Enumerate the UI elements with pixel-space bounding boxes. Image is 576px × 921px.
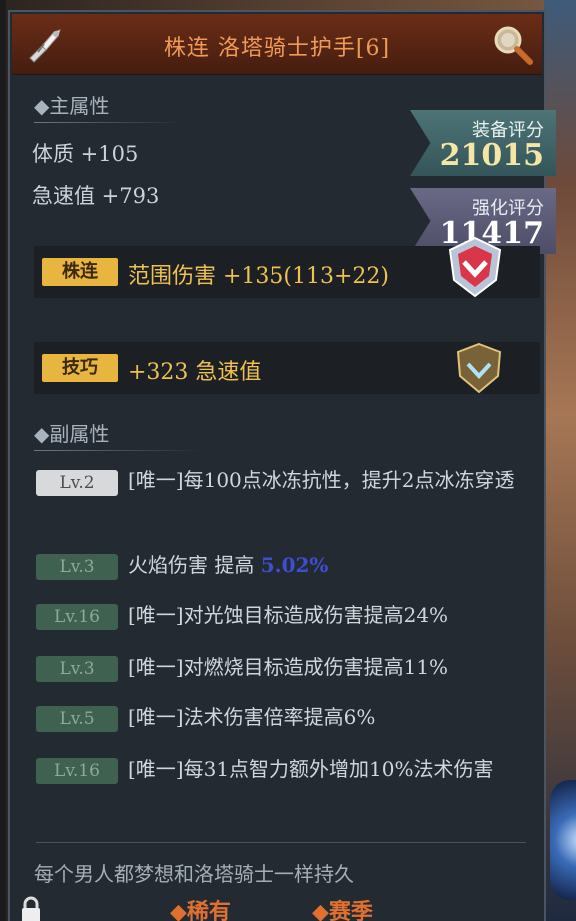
affix-row-chain: 株连 范围伤害 +135(113+22)	[34, 236, 540, 298]
section-divider	[34, 450, 204, 451]
background-strip	[0, 0, 6, 921]
affix-text: 范围伤害 +135(113+22)	[128, 264, 390, 289]
level-badge: Lv.5	[36, 706, 118, 732]
level-badge: Lv.3	[36, 554, 118, 580]
item-title: 株连 洛塔骑士护手[6]	[163, 36, 391, 61]
sub-attribute-text: [唯一]对燃烧目标造成伤害提高11%	[128, 655, 449, 679]
stat-haste: 急速值 +793	[32, 184, 160, 208]
sub-attribute-text: [唯一]每100点冰冻抗性，提升2点冰冻穿透	[128, 468, 515, 492]
main-attributes-label: ◆主属性	[34, 94, 110, 118]
item-tooltip-panel: 株连 洛塔骑士护手[6] ◆主属性 体质 +105 急速值 +793 装备评分 …	[8, 10, 556, 921]
affix-tag: 技巧	[42, 354, 118, 382]
sub-attribute-text: 火焰伤害 提高 5.02%	[128, 550, 524, 581]
equip-score-ribbon: 装备评分 21015	[410, 110, 556, 176]
level-badge: Lv.2	[36, 470, 118, 496]
affix-tag: 株连	[42, 258, 118, 286]
level-badge: Lv.3	[36, 656, 118, 682]
section-divider	[34, 122, 184, 123]
lock-icon[interactable]	[20, 896, 42, 921]
sub-attributes-label: ◆副属性	[34, 422, 110, 446]
sub-attribute-text-part: 火焰伤害 提高	[128, 553, 261, 577]
sub-attribute-text: [唯一]法术伤害倍率提高6%	[128, 705, 376, 729]
chain-emblem-icon	[448, 236, 502, 298]
season-label: ◆赛季	[312, 899, 373, 921]
item-header: 株连 洛塔骑士护手[6]	[12, 14, 542, 75]
affix-text: +323 急速值	[128, 360, 262, 385]
magnifier-icon[interactable]	[488, 22, 536, 66]
affix-row-skill: 技巧 +323 急速值	[34, 342, 540, 394]
level-badge: Lv.16	[36, 758, 118, 784]
skill-emblem-icon	[456, 342, 502, 394]
highlight-value: 5.02%	[260, 553, 329, 577]
flavor-text: 每个男人都梦想和洛塔骑士一样持久	[34, 862, 354, 886]
stat-constitution: 体质 +105	[32, 142, 139, 166]
flavor-divider	[36, 842, 526, 843]
equip-score-value: 21015	[439, 138, 544, 173]
rarity-label: ◆稀有	[170, 899, 231, 921]
sub-attribute-text: [唯一]每31点智力额外增加10%法术伤害	[128, 757, 494, 781]
game-scene: 株连 洛塔骑士护手[6] ◆主属性 体质 +105 急速值 +793 装备评分 …	[0, 0, 576, 921]
level-badge: Lv.16	[36, 604, 118, 630]
sub-attribute-text: [唯一]对光蚀目标造成伤害提高24%	[128, 603, 449, 627]
skill-orb-icon[interactable]	[550, 780, 576, 900]
